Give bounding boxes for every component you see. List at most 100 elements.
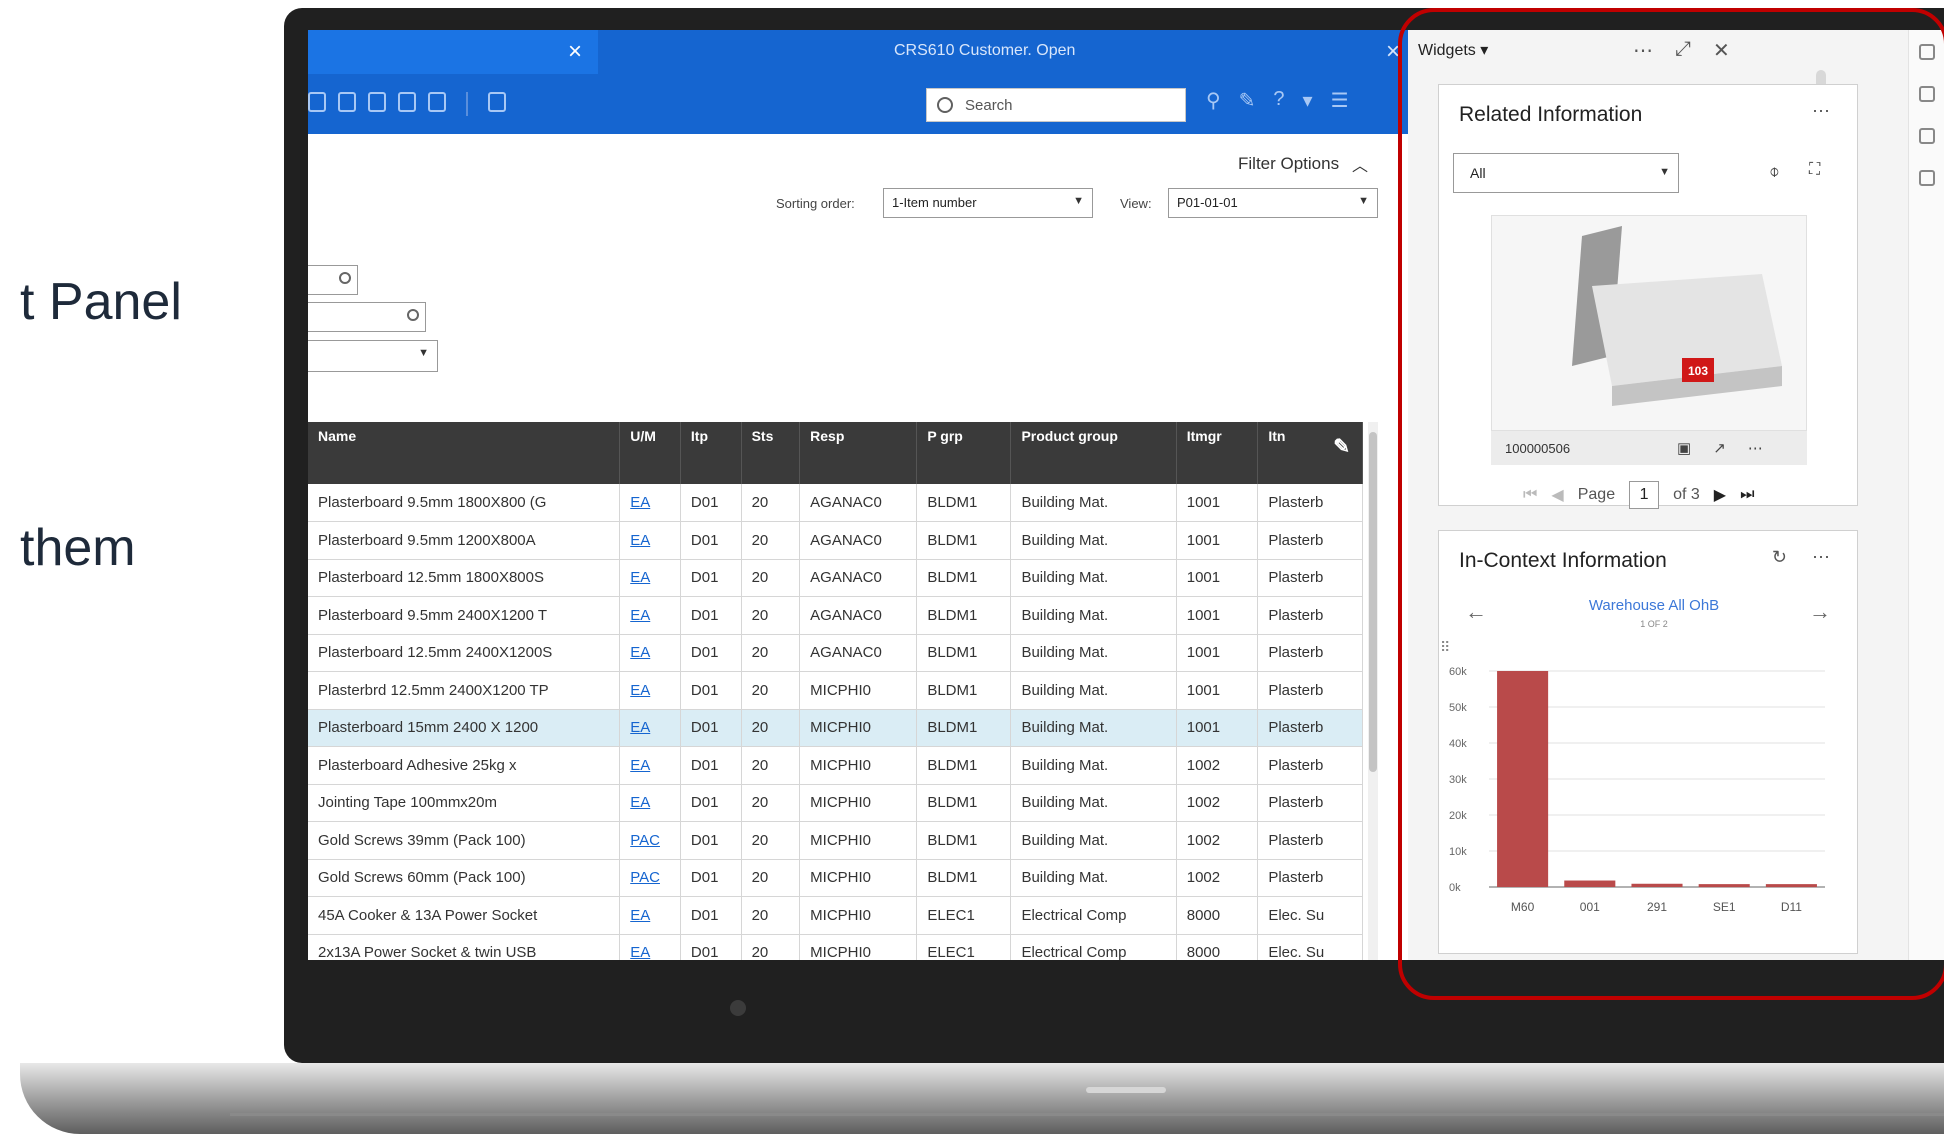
cell-itp: D01 bbox=[680, 521, 742, 560]
table-row[interactable]: Plasterboard 9.5mm 2400X1200 T EA D01 20 AGA… bbox=[308, 596, 1363, 635]
unit-link[interactable]: EA bbox=[630, 644, 650, 661]
column-header-name[interactable]: Name bbox=[308, 422, 621, 484]
cell-um[interactable]: PAC bbox=[619, 859, 681, 897]
column-header-resp[interactable]: Resp bbox=[799, 422, 918, 484]
cell-um[interactable]: EA bbox=[619, 596, 681, 635]
cell-sts: 20 bbox=[741, 671, 801, 710]
cell-itmgr: 1001 bbox=[1176, 521, 1259, 560]
chevron-down-icon[interactable]: ▾ bbox=[1303, 88, 1313, 113]
cell-pgrp: BLDM1 bbox=[916, 709, 1012, 747]
cell-resp: AGANAC0 bbox=[799, 596, 918, 635]
table-row[interactable]: Gold Screws 39mm (Pack 100) PAC D01 20 MICPH… bbox=[308, 821, 1363, 860]
table-row[interactable]: Plasterboard 12.5mm 2400X1200S EA D01 20 AGA… bbox=[308, 634, 1363, 672]
filter-options-toggle[interactable]: Filter Options bbox=[1238, 154, 1339, 174]
table-row[interactable]: 2x13A Power Socket & twin USB EA D01 20 MICP… bbox=[308, 934, 1363, 960]
search-input[interactable]: Search bbox=[926, 88, 1186, 122]
cell-resp: AGANAC0 bbox=[799, 559, 918, 597]
filter-field-2[interactable] bbox=[308, 302, 426, 332]
cell-um[interactable]: EA bbox=[619, 709, 681, 747]
table-row[interactable]: Plasterboard 9.5mm 1800X800 (G EA D01 20 AGA… bbox=[308, 484, 1363, 522]
copy-icon[interactable] bbox=[428, 92, 446, 112]
cell-sts: 20 bbox=[741, 709, 801, 747]
window-title: CRS610 Customer. Open bbox=[894, 42, 1076, 59]
cell-itn: Plasterb bbox=[1257, 671, 1363, 710]
chevron-up-icon[interactable]: ︿ bbox=[1352, 152, 1368, 176]
edit-icon[interactable]: ✎ bbox=[1239, 88, 1256, 113]
unit-link[interactable]: EA bbox=[630, 607, 650, 624]
unit-link[interactable]: EA bbox=[630, 907, 650, 924]
table-scrollbar[interactable] bbox=[1368, 422, 1378, 960]
laptop-camera bbox=[730, 1000, 746, 1016]
table-row[interactable]: Plasterbrd 12.5mm 2400X1200 TP EA D01 20 MIC… bbox=[308, 671, 1363, 710]
table-scrollbar-thumb[interactable] bbox=[1369, 432, 1377, 772]
column-header-product-group[interactable]: Product group bbox=[1010, 422, 1177, 484]
cell-sts: 20 bbox=[741, 896, 801, 935]
table-row[interactable]: 45A Cooker & 13A Power Socket EA D01 20 MICP… bbox=[308, 896, 1363, 935]
cell-um[interactable]: EA bbox=[619, 521, 681, 560]
unit-link[interactable]: EA bbox=[630, 719, 650, 736]
unit-link[interactable]: PAC bbox=[630, 869, 660, 886]
filter-field-3[interactable]: ▼ bbox=[308, 340, 438, 372]
cell-sts: 20 bbox=[741, 634, 801, 672]
table-row[interactable]: Plasterboard Adhesive 25kg x EA D01 20 MICPH… bbox=[308, 746, 1363, 785]
highlight-frame bbox=[1398, 8, 1944, 1000]
filter-field-1[interactable] bbox=[308, 265, 358, 295]
cell-name: Plasterboard 15mm 2400 X 1200 bbox=[308, 709, 621, 747]
table-row[interactable]: Plasterboard 12.5mm 1800X800S EA D01 20 AGAN… bbox=[308, 559, 1363, 597]
cell-name: Plasterboard 9.5mm 2400X1200 T bbox=[308, 596, 621, 635]
search-icon[interactable] bbox=[407, 309, 419, 321]
column-header-sts[interactable]: Sts bbox=[741, 422, 801, 484]
close-tab-icon[interactable]: × bbox=[568, 38, 582, 66]
cell-um[interactable]: EA bbox=[619, 746, 681, 785]
menu-icon[interactable]: ☰ bbox=[1331, 88, 1349, 113]
unit-link[interactable]: EA bbox=[630, 532, 650, 549]
cell-itn: Plasterb bbox=[1257, 709, 1363, 747]
cell-pgrp: BLDM1 bbox=[916, 521, 1012, 560]
table-row[interactable]: Plasterboard 15mm 2400 X 1200 EA D01 20 MICP… bbox=[308, 709, 1363, 747]
note-icon[interactable] bbox=[398, 92, 416, 112]
cell-um[interactable]: EA bbox=[619, 484, 681, 522]
sorting-order-value: 1-Item number bbox=[892, 195, 977, 210]
cell-um[interactable]: EA bbox=[619, 671, 681, 710]
sorting-order-select[interactable]: 1-Item number ▼ bbox=[883, 188, 1093, 218]
save-icon[interactable] bbox=[308, 92, 326, 112]
unit-link[interactable]: EA bbox=[630, 794, 650, 811]
cell-um[interactable]: EA bbox=[619, 934, 681, 960]
cell-resp: AGANAC0 bbox=[799, 634, 918, 672]
unit-link[interactable]: EA bbox=[630, 757, 650, 774]
cell-um[interactable]: EA bbox=[619, 559, 681, 597]
refresh-icon[interactable] bbox=[368, 92, 386, 112]
delete-icon[interactable] bbox=[338, 92, 356, 112]
cell-itp: D01 bbox=[680, 934, 742, 960]
unit-link[interactable]: EA bbox=[630, 944, 650, 960]
cell-um[interactable]: EA bbox=[619, 634, 681, 672]
cell-itp: D01 bbox=[680, 821, 742, 860]
table-row[interactable]: Plasterboard 9.5mm 1200X800A EA D01 20 AGANA… bbox=[308, 521, 1363, 560]
cell-resp: MICPHI0 bbox=[799, 709, 918, 747]
cell-um[interactable]: PAC bbox=[619, 821, 681, 860]
cell-sts: 20 bbox=[741, 521, 801, 560]
unit-link[interactable]: EA bbox=[630, 682, 650, 699]
search-options-icon[interactable]: ⚲ bbox=[1206, 88, 1221, 113]
cell-sts: 20 bbox=[741, 821, 801, 860]
window-tab[interactable]: × bbox=[308, 30, 598, 74]
unit-link[interactable]: EA bbox=[630, 494, 650, 511]
help-icon[interactable]: ? bbox=[1273, 88, 1284, 113]
search-icon[interactable] bbox=[339, 272, 351, 284]
panel-toggle-icon[interactable] bbox=[488, 92, 506, 112]
table-row[interactable]: Jointing Tape 100mmx20m EA D01 20 MICPHI0 BLD… bbox=[308, 784, 1363, 822]
column-header-itmgr[interactable]: Itmgr bbox=[1176, 422, 1259, 484]
title-bar: × CRS610 Customer. Open × bbox=[308, 30, 1408, 74]
column-header-itn[interactable]: Itn ✎ bbox=[1257, 422, 1363, 484]
table-row[interactable]: Gold Screws 60mm (Pack 100) PAC D01 20 MICPH… bbox=[308, 859, 1363, 897]
view-select[interactable]: P01-01-01 ▼ bbox=[1168, 188, 1378, 218]
cell-itp: D01 bbox=[680, 784, 742, 822]
column-header-um[interactable]: U/M bbox=[619, 422, 681, 484]
cell-um[interactable]: EA bbox=[619, 896, 681, 935]
unit-link[interactable]: EA bbox=[630, 569, 650, 586]
column-header-itp[interactable]: Itp bbox=[680, 422, 742, 484]
column-header-pgrp[interactable]: P grp bbox=[916, 422, 1012, 484]
cell-um[interactable]: EA bbox=[619, 784, 681, 822]
edit-columns-icon[interactable]: ✎ bbox=[1333, 434, 1350, 459]
unit-link[interactable]: PAC bbox=[630, 832, 660, 849]
